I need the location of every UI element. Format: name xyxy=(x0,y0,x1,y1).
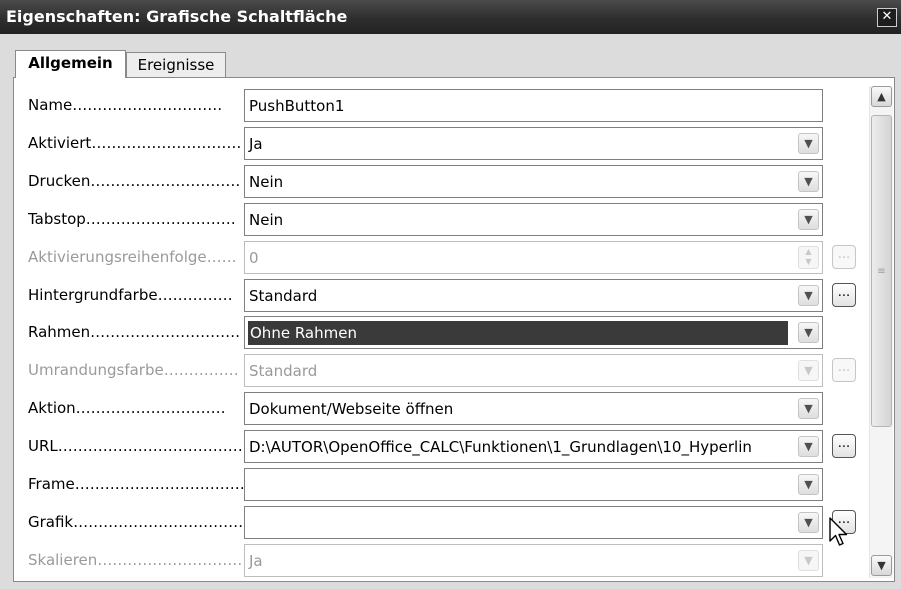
property-row: Umrandungsfarbe…………… Standard ▼... xyxy=(14,352,874,389)
chevron-down-icon[interactable]: ▼ xyxy=(798,322,819,343)
property-label: Drucken………………………… xyxy=(28,172,241,190)
dropdown-field[interactable]: Dokument/Webseite öffnen ▼ xyxy=(244,392,823,425)
dropdown-field[interactable]: D:\AUTOR\OpenOffice_CALC\Funktionen\1_Gr… xyxy=(244,430,823,463)
chevron-down-icon[interactable]: ▼ xyxy=(798,436,819,457)
spin-buttons-icon: ▲ ▼ xyxy=(798,246,819,269)
spin-down-icon: ▼ xyxy=(805,257,812,266)
scroll-down-icon[interactable]: ▼ xyxy=(871,555,892,576)
ellipsis-button[interactable]: ... xyxy=(832,283,856,307)
chevron-down-icon[interactable]: ▼ xyxy=(798,474,819,495)
chevron-down-icon[interactable]: ▼ xyxy=(798,133,819,154)
field-value: 0 xyxy=(249,249,259,267)
ellipsis-button: ... xyxy=(832,358,856,382)
property-label: Hintergrundfarbe…………… xyxy=(28,286,233,304)
dialog-title: Eigenschaften: Grafische Schaltfläche xyxy=(6,7,348,26)
property-row: Aktion………………………… Dokument/Webseite öffnen… xyxy=(14,390,874,427)
property-row: Drucken………………………… Nein ▼ xyxy=(14,163,874,200)
close-icon[interactable]: ✕ xyxy=(877,8,897,27)
property-label: Aktivierungsreihenfolge…… xyxy=(28,248,237,266)
field-value: Nein xyxy=(249,211,284,229)
spin-field: 0 ▲ ▼ xyxy=(244,241,823,274)
property-row: Skalieren………………………… Ja ▼ xyxy=(14,542,874,579)
scroll-up-icon[interactable]: ▲ xyxy=(871,86,892,107)
property-row: Tabstop………………………… Nein ▼ xyxy=(14,201,874,238)
field-value: Standard xyxy=(249,287,318,305)
chevron-down-icon[interactable]: ▼ xyxy=(798,398,819,419)
property-label: Aktiviert………………………… xyxy=(28,134,242,152)
property-label: Umrandungsfarbe…………… xyxy=(28,361,239,379)
dropdown-field[interactable]: ▼ xyxy=(244,506,823,539)
property-label: Aktion………………………… xyxy=(28,399,226,417)
dropdown-field[interactable]: Nein ▼ xyxy=(244,165,823,198)
scrollbar-thumb[interactable]: ≡ xyxy=(871,115,892,427)
dropdown-field[interactable]: Ohne Rahmen ▼ xyxy=(244,316,823,349)
field-value: Ja xyxy=(249,552,263,570)
tab-allgemein[interactable]: Allgemein xyxy=(15,50,126,78)
chevron-down-icon[interactable]: ▼ xyxy=(798,209,819,230)
field-value: D:\AUTOR\OpenOffice_CALC\Funktionen\1_Gr… xyxy=(249,438,752,456)
field-value: PushButton1 xyxy=(249,97,345,115)
field-value: Dokument/Webseite öffnen xyxy=(249,400,454,418)
property-label: Name………………………… xyxy=(28,96,223,114)
field-value: Ohne Rahmen xyxy=(248,321,788,345)
property-label: Grafik………………………………… xyxy=(28,513,253,531)
vertical-scrollbar[interactable]: ▲ ≡ ▼ xyxy=(869,86,893,578)
mouse-pointer-icon xyxy=(829,517,848,546)
text-input[interactable]: PushButton1 xyxy=(244,89,823,122)
property-label: Rahmen………………………… xyxy=(28,323,241,341)
property-row: Name………………………… PushButton1 xyxy=(14,87,874,124)
spin-up-icon: ▲ xyxy=(805,247,812,256)
ellipsis-button[interactable]: ... xyxy=(832,434,856,458)
property-label: URL………………………………… xyxy=(28,437,253,455)
property-label: Tabstop………………………… xyxy=(28,210,236,228)
dropdown-field: Ja ▼ xyxy=(244,544,823,577)
property-row: Aktiviert………………………… Ja ▼ xyxy=(14,125,874,162)
dropdown-field[interactable]: ▼ xyxy=(244,468,823,501)
chevron-down-icon: ▼ xyxy=(798,550,819,571)
field-value: Standard xyxy=(249,362,318,380)
property-row: Rahmen………………………… Ohne Rahmen ▼ xyxy=(14,314,874,351)
property-row: Grafik………………………………… ▼... xyxy=(14,504,874,541)
property-label: Skalieren………………………… xyxy=(28,551,248,569)
property-row: Frame………………………………… ▼ xyxy=(14,466,874,503)
field-value: Nein xyxy=(249,173,284,191)
property-label: Frame………………………………… xyxy=(28,475,253,493)
dropdown-field: Standard ▼ xyxy=(244,354,823,387)
field-value: Ja xyxy=(249,135,263,153)
property-row: Aktivierungsreihenfolge…… 0 ▲ ▼... xyxy=(14,239,874,276)
chevron-down-icon[interactable]: ▼ xyxy=(798,285,819,306)
ellipsis-button: ... xyxy=(832,245,856,269)
chevron-down-icon: ▼ xyxy=(798,360,819,381)
properties-panel: Name………………………… PushButton1 Aktiviert………………… xyxy=(13,77,895,582)
chevron-down-icon[interactable]: ▼ xyxy=(798,512,819,533)
property-row: URL………………………………… D:\AUTOR\OpenOffice_CALC… xyxy=(14,428,874,465)
dropdown-field[interactable]: Standard ▼ xyxy=(244,279,823,312)
dropdown-field[interactable]: Nein ▼ xyxy=(244,203,823,236)
property-row: Hintergrundfarbe…………… Standard ▼... xyxy=(14,277,874,314)
tab-ereignisse[interactable]: Ereignisse xyxy=(126,52,226,77)
chevron-down-icon[interactable]: ▼ xyxy=(798,171,819,192)
dropdown-field[interactable]: Ja ▼ xyxy=(244,127,823,160)
dialog-titlebar: Eigenschaften: Grafische Schaltfläche ✕ xyxy=(0,0,901,34)
